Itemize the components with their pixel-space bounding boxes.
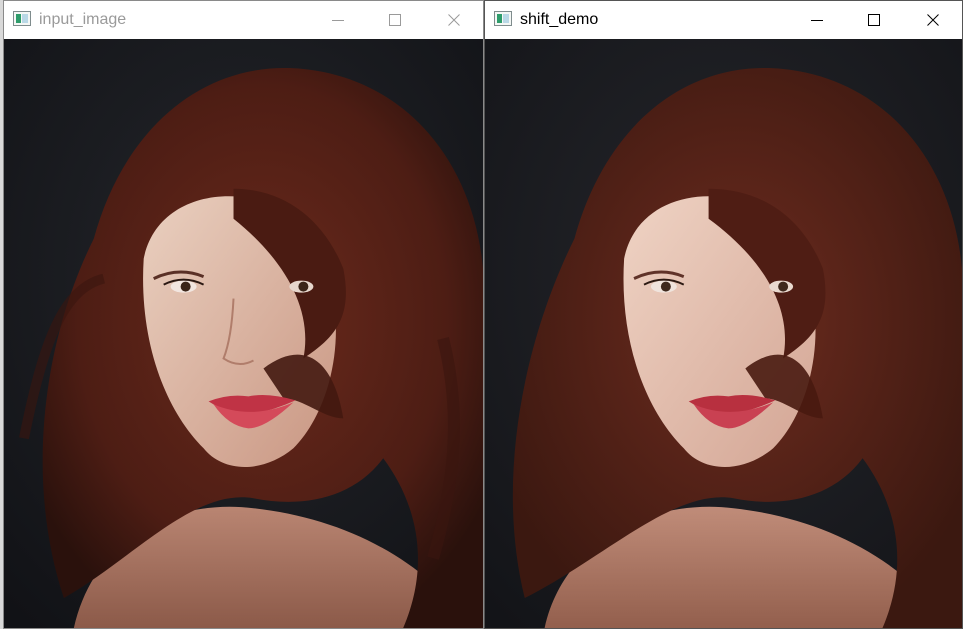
photo-mean-shift-filtered-portrait: [485, 39, 962, 628]
maximize-button[interactable]: [851, 1, 897, 39]
close-icon: [448, 14, 460, 26]
image-canvas: [485, 39, 962, 628]
maximize-button[interactable]: [372, 1, 418, 39]
app-window-icon: [13, 11, 31, 26]
image-canvas: [4, 39, 483, 628]
maximize-icon: [868, 14, 880, 26]
titlebar[interactable]: shift_demo: [485, 1, 962, 39]
app-window-icon: [494, 11, 512, 26]
maximize-icon: [389, 14, 401, 26]
window-input-image[interactable]: input_image: [3, 0, 484, 629]
minimize-button[interactable]: [794, 1, 840, 39]
titlebar[interactable]: input_image: [4, 1, 483, 39]
minimize-button[interactable]: [315, 1, 361, 39]
window-title: shift_demo: [520, 11, 599, 28]
window-title: input_image: [39, 11, 127, 28]
close-button[interactable]: [431, 1, 477, 39]
window-shift-demo[interactable]: shift_demo: [484, 0, 963, 629]
photo-original-portrait: [4, 39, 483, 628]
minimize-icon: [332, 20, 344, 21]
close-icon: [927, 14, 939, 26]
close-button[interactable]: [910, 1, 956, 39]
minimize-icon: [811, 20, 823, 21]
